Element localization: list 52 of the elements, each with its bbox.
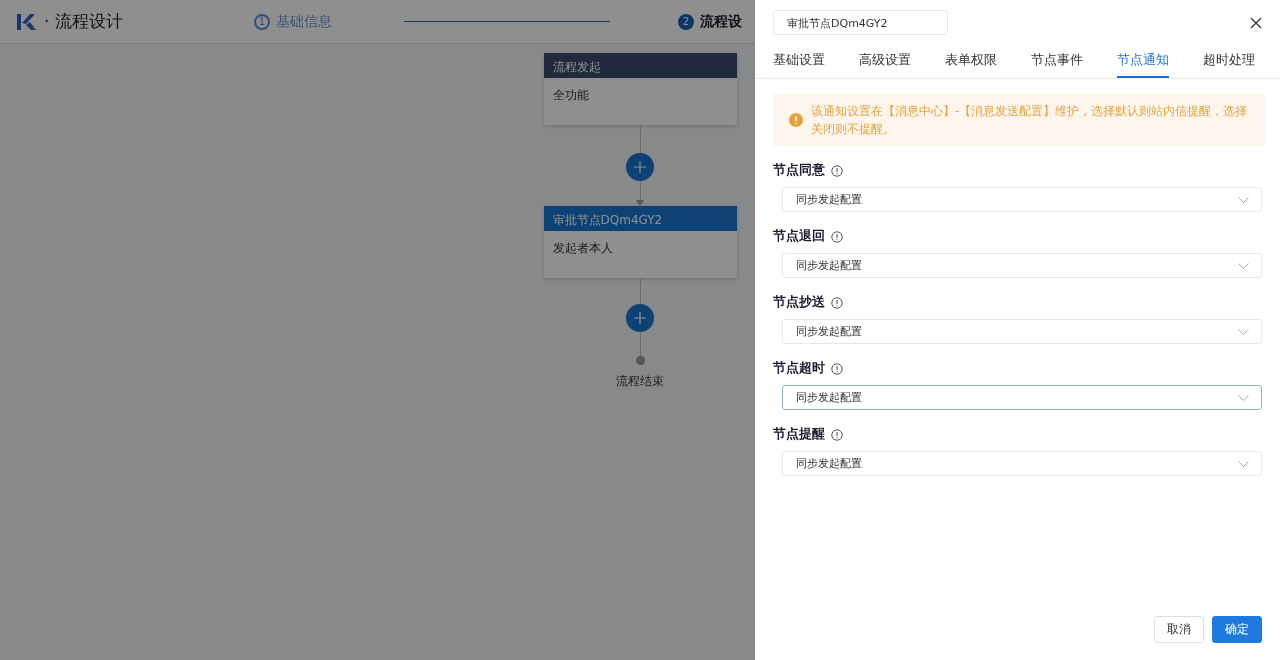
warning-icon — [789, 113, 803, 127]
add-node-button[interactable] — [626, 153, 654, 181]
node-name-field[interactable]: 审批节点DQm4GY2 — [773, 10, 948, 35]
chevron-down-icon — [1238, 460, 1249, 467]
select-field[interactable]: 同步发起配置 — [782, 385, 1262, 410]
arrow-head-icon — [636, 200, 644, 206]
cancel-button[interactable]: 取消 — [1154, 616, 1204, 643]
end-dot — [635, 356, 645, 365]
tab[interactable]: 基础设置 — [773, 51, 825, 78]
info-icon — [831, 428, 843, 441]
close-icon[interactable] — [1250, 16, 1262, 29]
info-icon — [831, 296, 843, 309]
logo-icon — [16, 12, 40, 31]
plus-icon — [634, 312, 646, 324]
tab[interactable]: 超时处理 — [1203, 51, 1255, 78]
step-tab[interactable]: 2 流程设 — [678, 12, 742, 31]
flow-node[interactable]: 审批节点DQm4GY2 发起者本人 — [543, 206, 737, 278]
step-number: 2 — [678, 13, 694, 30]
tab[interactable]: 节点事件 — [1031, 51, 1083, 78]
select-field[interactable]: 同步发起配置 — [782, 253, 1262, 278]
chevron-down-icon — [1238, 394, 1249, 401]
add-node-button[interactable] — [626, 304, 654, 332]
chevron-down-icon — [1238, 196, 1249, 203]
tab[interactable]: 表单权限 — [945, 51, 997, 78]
confirm-button[interactable]: 确定 — [1212, 616, 1262, 643]
field-label: 节点抄送 — [773, 294, 825, 311]
chevron-down-icon — [1238, 328, 1249, 335]
select-field[interactable]: 同步发起配置 — [782, 451, 1262, 476]
node-title: 审批节点DQm4GY2 — [543, 206, 737, 231]
chevron-down-icon — [1238, 262, 1249, 269]
field-label: 节点超时 — [773, 360, 825, 377]
step-label: 流程设 — [700, 12, 742, 31]
node-title: 流程发起 — [543, 53, 737, 78]
field-label: 节点退回 — [773, 228, 825, 245]
node-body: 全功能 — [551, 87, 590, 104]
step-number: 1 — [254, 13, 270, 30]
info-icon — [831, 230, 843, 243]
info-icon — [831, 164, 843, 177]
select-field[interactable]: 同步发起配置 — [782, 319, 1262, 344]
page-title: · 流程设计 — [44, 10, 124, 33]
plus-icon — [634, 161, 646, 173]
end-label: 流程结束 — [616, 373, 664, 390]
alert-text: 该通知设置在【消息中心】-【消息发送配置】维护，选择默认则站内信提醒，选择关闭则不提醒。 — [811, 103, 1249, 138]
node-body: 发起者本人 — [551, 240, 614, 257]
tab[interactable]: 节点通知 — [1117, 51, 1169, 78]
flow-node[interactable]: 流程发起 全功能 — [543, 53, 737, 125]
step-label: 基础信息 — [276, 12, 332, 31]
field-label: 节点提醒 — [773, 426, 825, 443]
info-icon — [831, 362, 843, 375]
field-label: 节点同意 — [773, 162, 825, 179]
tab[interactable]: 高级设置 — [859, 51, 911, 78]
select-field[interactable]: 同步发起配置 — [782, 187, 1262, 212]
